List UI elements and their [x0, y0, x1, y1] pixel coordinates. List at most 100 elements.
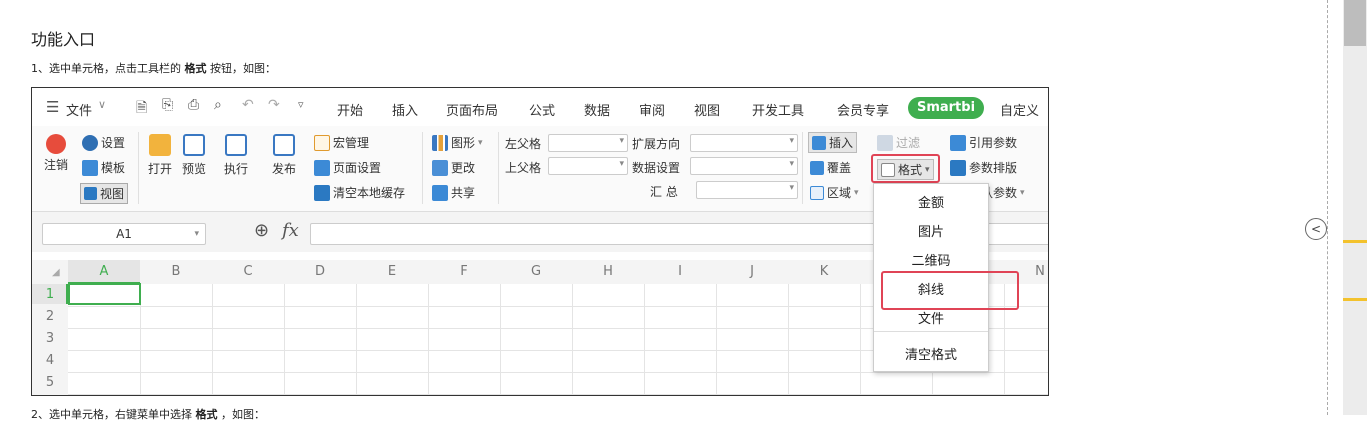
step-2-text: 2、选中单元格，右键菜单中选择 格式 ，如图： [31, 406, 265, 422]
template-button[interactable]: 模板 [82, 159, 125, 176]
left-parent-select[interactable]: ▾ [548, 134, 628, 152]
ref-param-button[interactable]: 引用参数 [950, 134, 1017, 151]
select-all-icon[interactable]: ◢ [52, 267, 60, 278]
selected-cell-a1[interactable] [68, 283, 141, 305]
insert-label: 插入 [829, 136, 854, 150]
tab-view[interactable]: 视图 [694, 100, 720, 119]
tab-developer[interactable]: 开发工具 [752, 100, 804, 119]
column-header[interactable]: F [428, 260, 500, 284]
print-preview-icon[interactable]: ⌕ [214, 97, 222, 113]
tab-insert[interactable]: 插入 [392, 100, 418, 119]
column-header[interactable]: E [356, 260, 428, 284]
menu-item-file[interactable]: 文件 [874, 308, 988, 327]
clear-cache-label: 清空本地缓存 [333, 186, 406, 200]
settings-button[interactable]: 设置 [82, 134, 125, 151]
clear-cache-button[interactable]: 清空本地缓存 [314, 184, 405, 201]
column-header[interactable]: G [500, 260, 572, 284]
step-1-suffix: 按钮，如图： [210, 62, 276, 75]
change-button[interactable]: 更改 [432, 159, 475, 176]
expand-direction-label: 扩展方向 [632, 137, 681, 151]
gridline-vertical [572, 284, 573, 395]
change-label: 更改 [451, 161, 476, 175]
gridline-vertical [788, 284, 789, 395]
insert-button[interactable]: 插入 [808, 132, 858, 153]
tab-review[interactable]: 审阅 [639, 100, 665, 119]
column-header[interactable]: H [572, 260, 644, 284]
row-header[interactable]: 5 [32, 372, 68, 394]
share-button[interactable]: 共享 [432, 184, 475, 201]
insert-icon [812, 135, 826, 150]
execute-button[interactable]: 执行 [224, 134, 248, 177]
column-header[interactable]: I [644, 260, 716, 284]
tab-data[interactable]: 数据 [584, 100, 610, 119]
column-header[interactable]: J [716, 260, 788, 284]
tab-start[interactable]: 开始 [337, 100, 363, 119]
top-parent-select[interactable]: ▾ [548, 157, 628, 175]
quick-access-dropdown-icon[interactable]: ▿ [298, 98, 304, 111]
summary-select[interactable]: ▾ [696, 181, 798, 199]
region-button[interactable]: 区域 ▾ [810, 184, 859, 201]
menu-file[interactable]: 文件 [66, 100, 92, 119]
chevron-down-icon: ▾ [789, 183, 794, 193]
print-icon[interactable]: ⎙ [188, 97, 199, 113]
preview-button[interactable]: 预览 [182, 134, 206, 177]
data-setting-select[interactable]: ▾ [690, 157, 798, 175]
redo-icon[interactable]: ↷ [268, 97, 280, 113]
logout-button[interactable]: 注销 [44, 134, 68, 173]
page-setup-label: 页面设置 [333, 161, 382, 175]
column-header[interactable]: B [140, 260, 212, 284]
share-icon [432, 184, 448, 201]
menu-item-image[interactable]: 图片 [874, 221, 988, 240]
view-button[interactable]: 视图 [80, 183, 129, 204]
page-setup-button[interactable]: 页面设置 [314, 159, 381, 176]
embedded-screenshot: ☰ 文件 ∨ 🗎 ⎘ ⎙ ⌕ ↶ ↷ ▿ 开始 插入 页面布局 公式 数据 审阅… [31, 87, 1049, 396]
row-header[interactable]: 4 [32, 350, 68, 372]
publish-button[interactable]: 发布 [272, 134, 296, 177]
menu-item-qrcode[interactable]: 二维码 [874, 250, 988, 269]
menu-item-amount[interactable]: 金额 [874, 192, 988, 211]
open-button[interactable]: 打开 [148, 134, 172, 177]
tab-smartbi[interactable]: Smartbi [908, 97, 984, 119]
gridline-vertical [284, 284, 285, 395]
row-header[interactable]: 3 [32, 328, 68, 350]
gridline-vertical [428, 284, 429, 395]
user-logout-icon [46, 134, 66, 154]
chart-button[interactable]: 图形 ▾ [432, 134, 483, 151]
reference-icon [950, 134, 966, 151]
scrollbar-thumb[interactable] [1344, 0, 1366, 46]
tab-member[interactable]: 会员专享 [837, 100, 889, 119]
execute-label: 执行 [224, 162, 249, 176]
left-parent-label: 左父格 [505, 137, 542, 151]
scroll-marker [1343, 298, 1367, 301]
undo-icon[interactable]: ↶ [242, 97, 254, 113]
cover-button[interactable]: 覆盖 [810, 159, 851, 176]
format-highlight-box [871, 154, 940, 183]
chevron-down-icon[interactable]: ∨ [98, 98, 106, 111]
column-header[interactable]: D [284, 260, 356, 284]
tab-page-layout[interactable]: 页面布局 [446, 100, 498, 119]
filter-button[interactable]: 过滤 [877, 134, 920, 151]
macro-button[interactable]: 宏管理 [314, 134, 369, 151]
region-icon [810, 185, 824, 200]
hamburger-icon[interactable]: ☰ [46, 98, 59, 116]
row-header[interactable]: 2 [32, 306, 68, 328]
fx-icon[interactable]: fx [282, 220, 299, 241]
chevron-left-icon[interactable]: < [1305, 218, 1327, 240]
tab-custom[interactable]: 自定义 [1000, 100, 1039, 119]
gear-icon [82, 134, 98, 151]
layout-icon [950, 159, 966, 176]
export-icon[interactable]: ⎘ [162, 97, 173, 113]
scrollbar-track[interactable] [1343, 0, 1367, 415]
row-header[interactable]: 1 [32, 284, 68, 306]
expand-direction-select[interactable]: ▾ [690, 134, 798, 152]
zoom-icon[interactable]: ⊕ [254, 220, 269, 241]
param-layout-button[interactable]: 参数排版 [950, 159, 1017, 176]
column-header[interactable]: A [68, 260, 140, 284]
name-box[interactable]: A1 ▾ [42, 223, 206, 245]
column-header[interactable]: C [212, 260, 284, 284]
save-icon[interactable]: 🗎 [136, 97, 147, 121]
column-header[interactable]: K [788, 260, 860, 284]
tab-formula[interactable]: 公式 [529, 100, 555, 119]
gridline-horizontal [68, 372, 1048, 373]
menu-item-clear-format[interactable]: 清空格式 [874, 344, 988, 363]
